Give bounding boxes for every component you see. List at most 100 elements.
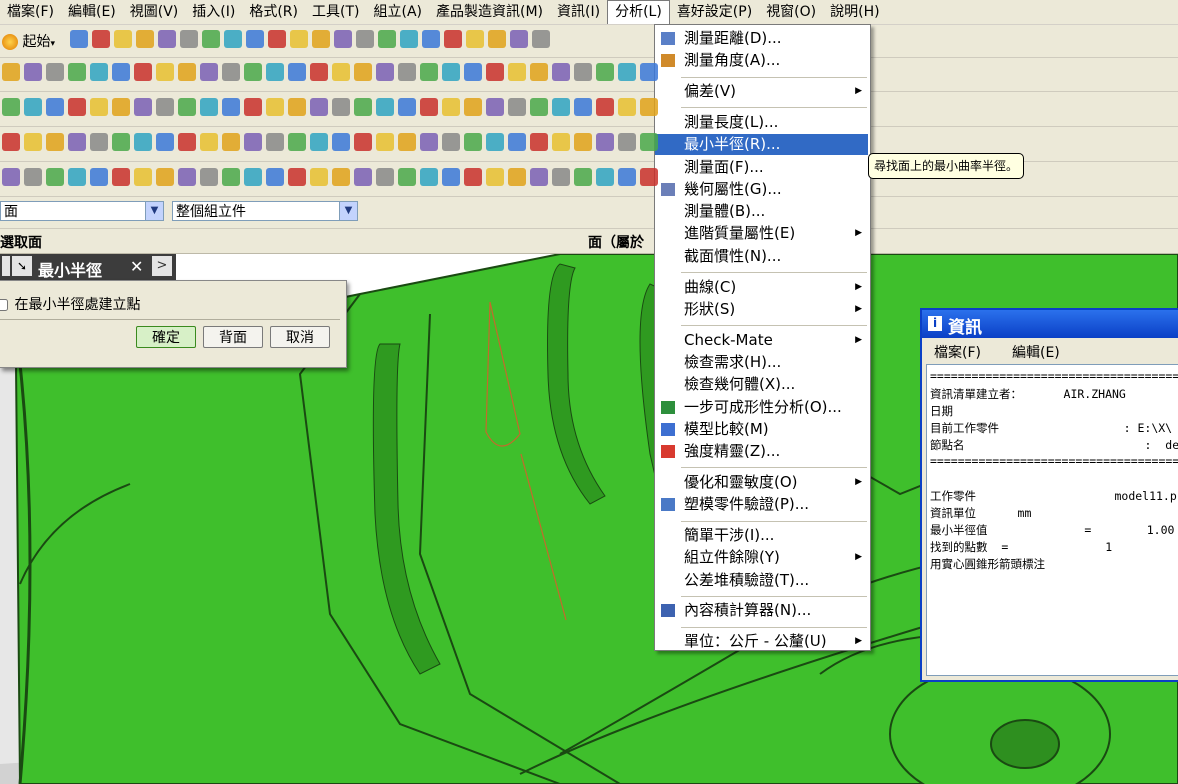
- toolbar-tool-icon[interactable]: [266, 63, 284, 81]
- toolbar-tool-icon[interactable]: [398, 133, 416, 151]
- menu-item[interactable]: 視圖(V): [123, 1, 186, 23]
- toolbar-tool-icon[interactable]: [398, 98, 416, 116]
- toolbar-tool-icon[interactable]: [2, 63, 20, 81]
- toolbar-tool-icon[interactable]: [156, 133, 174, 151]
- toolbar-tool-icon[interactable]: [222, 168, 240, 186]
- toolbar-tool-icon[interactable]: [46, 63, 64, 81]
- analysis-menu-item[interactable]: 單位：公斤 - 公釐(U) ▶: [655, 631, 868, 652]
- analysis-menu-item[interactable]: 截面慣性(N)...: [655, 246, 868, 267]
- toolbar-tool-icon[interactable]: [354, 98, 372, 116]
- back-button[interactable]: 背面: [203, 326, 263, 348]
- toolbar-tool-icon[interactable]: [2, 168, 20, 186]
- toolbar-tool-icon[interactable]: [200, 63, 218, 81]
- analysis-menu-item[interactable]: 塑模零件驗證(P)...: [655, 494, 868, 515]
- toolbar-tool-icon[interactable]: [530, 133, 548, 151]
- toolbar-tool-icon[interactable]: [90, 98, 108, 116]
- toolbar-tool-icon[interactable]: [200, 98, 218, 116]
- chevron-down-icon[interactable]: ▼: [145, 202, 163, 220]
- toolbar-tool-icon[interactable]: [310, 168, 328, 186]
- toolbar-tool-icon[interactable]: [640, 63, 658, 81]
- toolbar-tool-icon[interactable]: [508, 133, 526, 151]
- toolbar-tool-icon[interactable]: [488, 30, 506, 48]
- toolbar-tool-icon[interactable]: [354, 133, 372, 151]
- toolbar-tool-icon[interactable]: [114, 30, 132, 48]
- toolbar-tool-icon[interactable]: [46, 168, 64, 186]
- analysis-menu-item[interactable]: 進階質量屬性(E) ▶: [655, 223, 868, 244]
- analysis-menu-item[interactable]: 曲線(C) ▶: [655, 277, 868, 298]
- toolbar-tool-icon[interactable]: [596, 168, 614, 186]
- toolbar-tool-icon[interactable]: [420, 168, 438, 186]
- toolbar-tool-icon[interactable]: [442, 133, 460, 151]
- analysis-menu-item[interactable]: 檢查需求(H)...: [655, 352, 868, 373]
- analysis-menu-item[interactable]: 強度精靈(Z)...: [655, 441, 868, 462]
- toolbar-tool-icon[interactable]: [574, 98, 592, 116]
- analysis-menu-item[interactable]: 檢查幾何體(X)...: [655, 374, 868, 395]
- toolbar-tool-icon[interactable]: [486, 63, 504, 81]
- toolbar-tool-icon[interactable]: [574, 168, 592, 186]
- toolbar-tool-icon[interactable]: [112, 168, 130, 186]
- menu-item[interactable]: 工具(T): [305, 1, 366, 23]
- analysis-menu-item[interactable]: 公差堆積驗證(T)...: [655, 570, 868, 591]
- toolbar-tool-icon[interactable]: [180, 30, 198, 48]
- toolbar-tool-icon[interactable]: [134, 98, 152, 116]
- toolbar-tool-icon[interactable]: [312, 30, 330, 48]
- menu-item[interactable]: 組立(A): [366, 1, 429, 23]
- analysis-menu-item[interactable]: 測量距離(D)...: [655, 28, 868, 49]
- toolbar-tool-icon[interactable]: [552, 133, 570, 151]
- info-menu-edit[interactable]: 編輯(E): [1012, 342, 1060, 362]
- close-icon[interactable]: ✕: [130, 257, 143, 276]
- menu-item[interactable]: 格式(R): [242, 1, 305, 23]
- toolbar-tool-icon[interactable]: [70, 30, 88, 48]
- toolbar-tool-icon[interactable]: [178, 63, 196, 81]
- toolbar-tool-icon[interactable]: [552, 98, 570, 116]
- toolbar-tool-icon[interactable]: [68, 63, 86, 81]
- menu-item[interactable]: 說明(H): [823, 1, 886, 23]
- toolbar-tool-icon[interactable]: [266, 133, 284, 151]
- toolbar-tool-icon[interactable]: [332, 168, 350, 186]
- toolbar-tool-icon[interactable]: [596, 63, 614, 81]
- toolbar-tool-icon[interactable]: [356, 30, 374, 48]
- toolbar-tool-icon[interactable]: [486, 133, 504, 151]
- toolbar-tool-icon[interactable]: [178, 168, 196, 186]
- analysis-menu-item[interactable]: Check-Mate ▶: [655, 330, 868, 351]
- toolbar-tool-icon[interactable]: [618, 133, 636, 151]
- analysis-menu-item[interactable]: 測量面(F)...: [655, 157, 868, 178]
- toolbar-tool-icon[interactable]: [310, 98, 328, 116]
- toolbar-tool-icon[interactable]: [24, 133, 42, 151]
- toolbar-tool-icon[interactable]: [640, 133, 658, 151]
- toolbar-tool-icon[interactable]: [112, 98, 130, 116]
- ok-button[interactable]: 確定: [136, 326, 196, 348]
- analysis-menu-item[interactable]: 一步可成形性分析(O)...: [655, 397, 868, 418]
- create-point-option[interactable]: 在最小半徑處建立點: [0, 294, 140, 314]
- toolbar-tool-icon[interactable]: [640, 168, 658, 186]
- toolbar-tool-icon[interactable]: [112, 133, 130, 151]
- toolbar-tool-icon[interactable]: [290, 30, 308, 48]
- analysis-menu-item[interactable]: 測量角度(A)...: [655, 50, 868, 71]
- toolbar-tool-icon[interactable]: [222, 63, 240, 81]
- toolbar-tool-icon[interactable]: [574, 63, 592, 81]
- toolbar-tool-icon[interactable]: [422, 30, 440, 48]
- toolbar-tool-icon[interactable]: [442, 63, 460, 81]
- toolbar-tool-icon[interactable]: [508, 98, 526, 116]
- menu-item[interactable]: 插入(I): [185, 1, 242, 23]
- toolbar-tool-icon[interactable]: [530, 168, 548, 186]
- toolbar-tool-icon[interactable]: [400, 30, 418, 48]
- toolbar-tool-icon[interactable]: [68, 133, 86, 151]
- analysis-menu-item[interactable]: 優化和靈敏度(O) ▶: [655, 472, 868, 493]
- toolbar-tool-icon[interactable]: [530, 98, 548, 116]
- toolbar-tool-icon[interactable]: [464, 98, 482, 116]
- toolbar-tool-icon[interactable]: [90, 63, 108, 81]
- toolbar-tool-icon[interactable]: [310, 63, 328, 81]
- analysis-menu-item[interactable]: 最小半徑(R)...: [655, 134, 868, 156]
- toolbar-tool-icon[interactable]: [244, 133, 262, 151]
- info-text-area[interactable]: ======================================= 資…: [926, 364, 1178, 676]
- toolbar-tool-icon[interactable]: [222, 98, 240, 116]
- toolbar-tool-icon[interactable]: [24, 168, 42, 186]
- toolbar-tool-icon[interactable]: [618, 98, 636, 116]
- toolbar-tool-icon[interactable]: [376, 98, 394, 116]
- start-button[interactable]: 起始▾: [2, 31, 55, 51]
- toolbar-tool-icon[interactable]: [136, 30, 154, 48]
- cancel-button[interactable]: 取消: [270, 326, 330, 348]
- toolbar-tool-icon[interactable]: [420, 133, 438, 151]
- toolbar-tool-icon[interactable]: [244, 168, 262, 186]
